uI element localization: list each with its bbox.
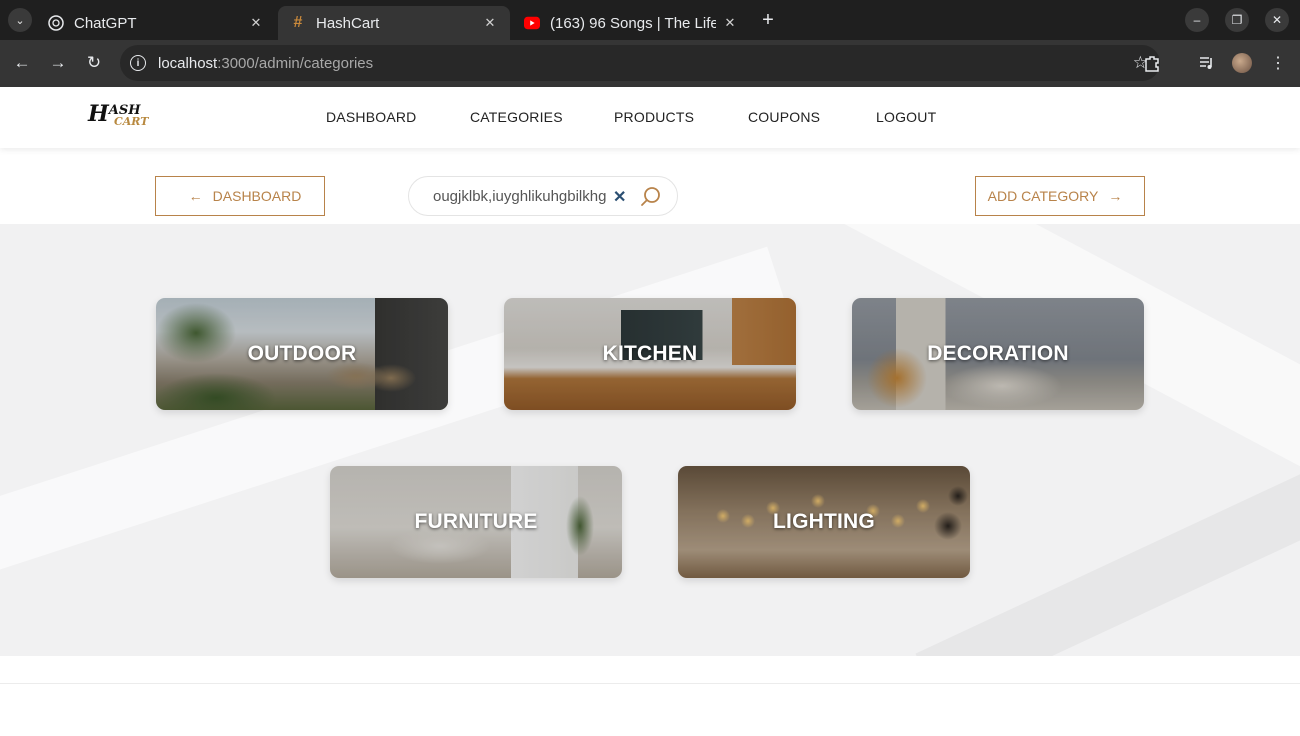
- back-button-label: DASHBOARD: [212, 188, 302, 204]
- close-icon[interactable]: ✕: [722, 15, 738, 31]
- tab-title: ChatGPT: [74, 14, 137, 32]
- back-arrow-icon[interactable]: ←: [10, 51, 34, 75]
- category-label: OUTDOOR: [247, 342, 357, 365]
- site-logo[interactable]: HASH CART: [88, 103, 148, 127]
- tab-hashcart[interactable]: # HashCart ✕: [278, 6, 510, 40]
- category-label: KITCHEN: [602, 342, 698, 365]
- tab-chatgpt[interactable]: ChatGPT ✕: [36, 6, 276, 40]
- search-input[interactable]: ougjklbk,iuyghlikuhgbilkhg: [433, 188, 617, 205]
- page: HASH CART DASHBOARD CATEGORIES PRODUCTS …: [0, 87, 1300, 736]
- category-card-kitchen[interactable]: KITCHEN: [504, 298, 796, 410]
- category-card-furniture[interactable]: FURNITURE: [330, 466, 622, 578]
- new-tab-button[interactable]: +: [758, 9, 778, 31]
- category-card-decoration[interactable]: DECORATION: [852, 298, 1144, 410]
- profile-avatar[interactable]: [1232, 53, 1252, 73]
- site-header: HASH CART DASHBOARD CATEGORIES PRODUCTS …: [0, 87, 1300, 148]
- back-to-dashboard-button[interactable]: ← DASHBOARD: [155, 176, 325, 216]
- nav-dashboard[interactable]: DASHBOARD: [326, 109, 416, 125]
- reload-icon[interactable]: ↻: [82, 51, 106, 75]
- close-icon[interactable]: ✕: [482, 15, 498, 31]
- close-icon[interactable]: ✕: [248, 15, 264, 31]
- clear-search-icon[interactable]: ✕: [613, 187, 626, 207]
- tab-youtube[interactable]: (163) 96 Songs | The Life ✕: [512, 6, 750, 40]
- tab-title: (163) 96 Songs | The Life: [550, 14, 716, 32]
- restore-button[interactable]: ❐: [1225, 8, 1249, 32]
- search-box[interactable]: ougjklbk,iuyghlikuhgbilkhg ✕: [408, 176, 678, 216]
- site-info-icon[interactable]: i: [130, 55, 146, 71]
- address-bar[interactable]: i localhost:3000/admin/categories ☆: [120, 45, 1160, 81]
- category-card-outdoor[interactable]: OUTDOOR: [156, 298, 448, 410]
- category-card-lighting[interactable]: LIGHTING: [678, 466, 970, 578]
- action-bar: ← DASHBOARD ougjklbk,iuyghlikuhgbilkhg ✕…: [0, 148, 1300, 224]
- footer-divider: [0, 683, 1300, 684]
- category-label: FURNITURE: [414, 510, 538, 533]
- youtube-icon: [524, 15, 540, 31]
- chatgpt-icon: [48, 15, 64, 31]
- hash-icon: #: [293, 14, 303, 31]
- tab-title: HashCart: [316, 14, 380, 32]
- forward-arrow-icon[interactable]: →: [46, 51, 70, 75]
- category-label: DECORATION: [927, 342, 1069, 365]
- url-text[interactable]: localhost:3000/admin/categories: [158, 55, 373, 72]
- more-menu-icon[interactable]: ⋮: [1266, 51, 1290, 75]
- nav-coupons[interactable]: COUPONS: [748, 109, 820, 125]
- add-category-label: ADD CATEGORY: [987, 188, 1099, 204]
- browser-toolbar: ← → ↻ i localhost:3000/admin/categories …: [0, 40, 1300, 87]
- tab-search-button[interactable]: ⌄: [8, 8, 32, 32]
- browser-tabstrip: ⌄ ChatGPT ✕ # HashCart ✕ (163) 96 Songs …: [0, 0, 1300, 40]
- right-arrow-icon: →: [1108, 188, 1123, 204]
- add-category-button[interactable]: ADD CATEGORY →: [975, 176, 1145, 216]
- nav-logout[interactable]: LOGOUT: [876, 109, 936, 125]
- extensions-icon[interactable]: [1140, 51, 1164, 75]
- background-streak: [915, 400, 1300, 656]
- nav-categories[interactable]: CATEGORIES: [470, 109, 563, 125]
- media-control-icon[interactable]: [1195, 51, 1219, 75]
- category-label: LIGHTING: [773, 510, 875, 533]
- left-arrow-icon: ←: [188, 188, 203, 204]
- minimize-button[interactable]: –: [1185, 8, 1209, 32]
- close-window-button[interactable]: ✕: [1265, 8, 1289, 32]
- nav-products[interactable]: PRODUCTS: [614, 109, 694, 125]
- categories-section: OUTDOOR KITCHEN DECORATION FURNITURE LIG…: [0, 224, 1300, 656]
- search-icon[interactable]: [639, 185, 663, 209]
